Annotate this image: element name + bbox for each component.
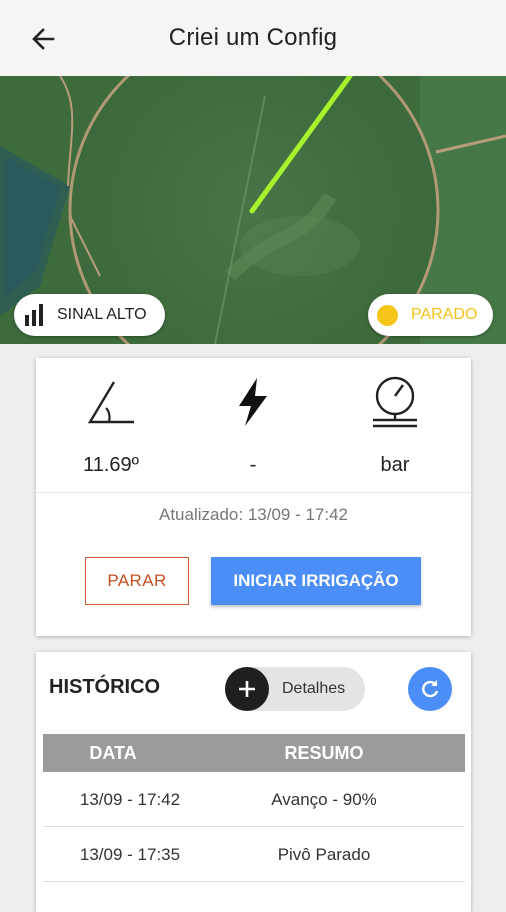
table-row[interactable]: 13/09 - 17:35 Pivô Parado: [43, 827, 465, 882]
power-value: -: [249, 454, 257, 476]
app-bar: Criei um Config: [0, 0, 506, 76]
status-dot-icon: [377, 304, 398, 326]
status-badge: PARADO: [368, 294, 493, 336]
table-header: DATA RESUMO: [43, 734, 465, 772]
column-header-date: DATA: [89, 743, 137, 763]
row-date: 13/09 - 17:35: [79, 845, 181, 864]
stop-button[interactable]: PARAR: [85, 557, 189, 605]
divider: [36, 492, 471, 493]
history-title: HISTÓRICO: [49, 676, 161, 698]
last-updated-text: Atualizado: 13/09 - 17:42: [158, 505, 349, 524]
row-summary: Pivô Parado: [277, 845, 371, 864]
row-summary: Avanço - 90%: [271, 790, 377, 809]
pressure-gauge-icon: [373, 376, 417, 428]
details-label: Detalhes: [282, 680, 346, 697]
table-row[interactable]: 13/09 - 17:42 Avanço - 90%: [43, 772, 465, 827]
history-card: HISTÓRICO Detalhes DATA RESUMO 13/09 - 1…: [36, 652, 471, 912]
start-irrigation-button[interactable]: INICIAR IRRIGAÇÃO: [211, 557, 421, 605]
pivot-info-card: 11.69º - bar Atualizado: 13/09 - 17:42 P…: [36, 358, 471, 636]
plus-icon: [225, 667, 269, 711]
status-label: PARADO: [411, 306, 478, 323]
pressure-metric: bar: [340, 370, 450, 476]
angle-icon: [87, 381, 134, 424]
refresh-button[interactable]: [408, 667, 452, 711]
signal-badge: SINAL ALTO: [14, 294, 165, 336]
angle-metric: 11.69º: [56, 370, 166, 476]
refresh-icon: [422, 680, 439, 698]
pressure-unit: bar: [380, 454, 410, 476]
signal-label: SINAL ALTO: [57, 306, 147, 323]
row-date: 13/09 - 17:42: [79, 790, 181, 809]
power-metric: -: [198, 370, 308, 476]
signal-bars-icon: [25, 304, 43, 326]
lightning-icon: [239, 378, 267, 426]
angle-value: 11.69º: [83, 454, 139, 476]
page-title: Criei um Config: [168, 24, 338, 51]
details-toggle[interactable]: Detalhes: [225, 667, 365, 711]
column-header-summary: RESUMO: [284, 743, 364, 763]
